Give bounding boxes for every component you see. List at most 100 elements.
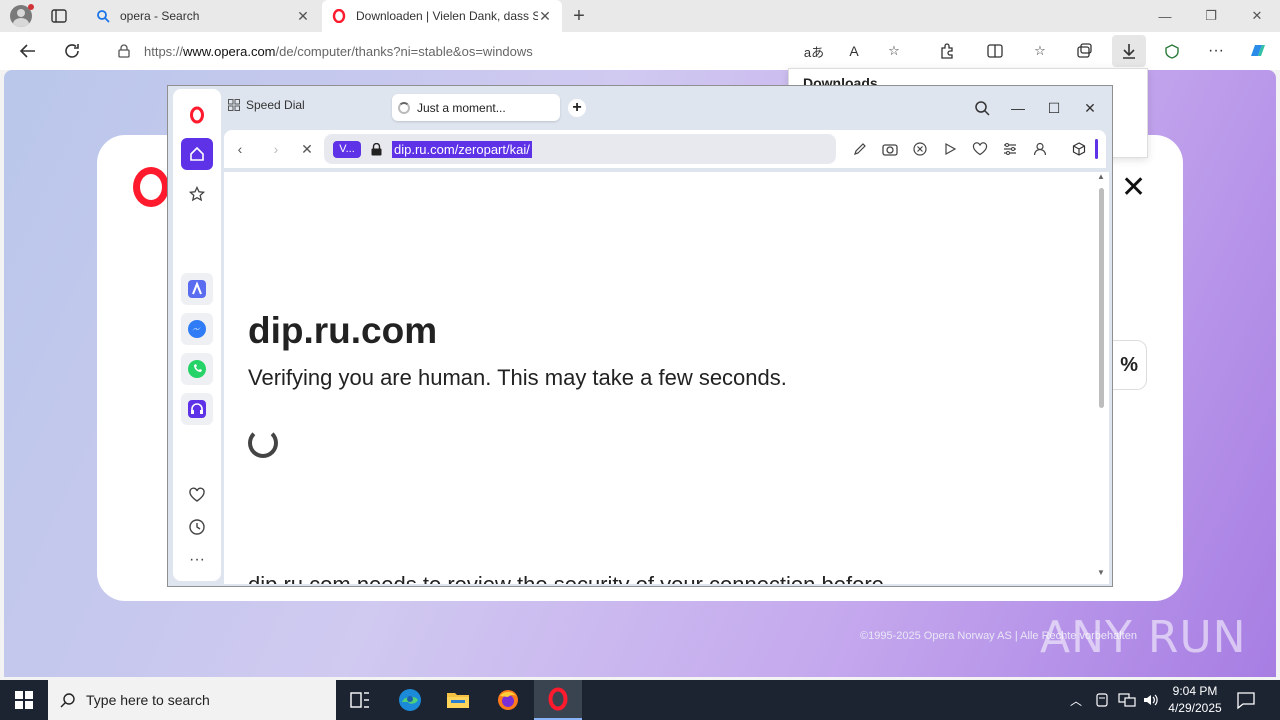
new-tab-button[interactable]: + [570,6,588,26]
file-explorer-icon[interactable] [434,680,482,720]
scroll-down-icon[interactable]: ▼ [1097,568,1105,577]
sidebar-home-icon[interactable] [181,138,213,170]
page-scrollbar[interactable]: ▲ ▼ [1097,172,1106,580]
favorite-star-icon[interactable]: ☆ [880,37,908,65]
volume-icon[interactable] [1142,680,1158,720]
copilot-icon[interactable] [1244,37,1272,65]
adblock-icon[interactable] [910,139,930,159]
windows-logo-icon [15,691,33,709]
opera-forward-icon[interactable]: › [266,139,286,159]
opera-stop-icon[interactable]: ✕ [297,139,317,159]
downloads-button[interactable] [1112,35,1146,67]
browser-essentials-icon[interactable] [1158,37,1186,65]
opera-taskbar-icon[interactable] [534,680,582,720]
sidebar-messenger-icon[interactable] [181,313,213,345]
edge-tab-strip: opera - Search ✕ Downloaden | Vielen Dan… [0,0,1280,32]
speed-dial-tab[interactable]: Speed Dial [228,98,305,112]
opera-tab-bar: Speed Dial Just a moment... + — ☐ ✕ [168,86,1112,130]
task-view-icon[interactable] [336,680,384,720]
heart-icon[interactable] [970,139,990,159]
opera-menu-logo-icon[interactable] [181,99,213,131]
loading-spinner-icon [248,428,278,458]
opera-tab-active[interactable]: Just a moment... [392,94,560,121]
edge-tab-opera-search[interactable]: opera - Search ✕ [86,0,320,32]
opera-maximize-icon[interactable]: ☐ [1042,96,1066,120]
search-icon [60,693,75,708]
lock-icon[interactable] [371,142,382,156]
extension-indicator [1095,139,1098,159]
sidebar-history-icon[interactable] [181,511,213,543]
anyrun-watermark: ANY RUN [1040,612,1247,663]
clock-time: 9:04 PM [1172,684,1218,698]
network-drive-icon[interactable] [1094,680,1110,720]
lock-icon [118,44,130,58]
tab-actions-icon[interactable] [50,7,68,25]
address-url: https://www.opera.com/de/computer/thanks… [144,43,533,59]
sidebar-bookmarks-icon[interactable] [181,178,213,210]
opera-logo-icon [332,9,346,23]
cube-icon[interactable] [1072,142,1086,156]
opera-url[interactable]: dip.ru.com/zeropart/kai/ [392,140,532,158]
collections-icon[interactable] [1070,37,1098,65]
opera-sidebar: ··· [173,89,221,581]
close-tab-icon[interactable]: ✕ [538,9,552,23]
opera-minimize-icon[interactable]: — [1006,96,1030,120]
close-icon[interactable]: ✕ [1121,173,1146,203]
translate-icon[interactable]: aあ [800,37,828,65]
loading-spinner-icon [398,101,410,114]
player-icon[interactable] [940,139,960,159]
opera-search-tabs-icon[interactable] [970,96,994,120]
search-placeholder: Type here to search [86,692,210,708]
verification-message: Verifying you are human. This may take a… [248,365,787,390]
opera-close-icon[interactable]: ✕ [1078,96,1102,120]
sidebar-music-icon[interactable] [181,393,213,425]
firefox-icon[interactable] [484,680,532,720]
opera-logo-icon [133,167,169,207]
close-tab-icon[interactable]: ✕ [296,9,310,23]
network-icon[interactable] [1118,680,1136,720]
edit-icon[interactable] [850,139,870,159]
scrollbar-thumb[interactable] [1099,188,1104,408]
refresh-button[interactable] [58,37,86,65]
edge-taskbar-icon[interactable] [386,680,434,720]
opera-browser-window: Speed Dial Just a moment... + — ☐ ✕ ··· … [167,85,1113,587]
edge-tab-opera-download[interactable]: Downloaden | Vielen Dank, dass Sie ✕ [322,0,562,32]
sidebar-whatsapp-icon[interactable] [181,353,213,385]
sidebar-aria-icon[interactable] [181,273,213,305]
split-screen-icon[interactable] [981,37,1009,65]
site-name-heading: dip.ru.com [248,310,438,351]
vpn-badge[interactable]: V... [333,140,361,158]
show-hidden-icons[interactable]: ︿ [1070,680,1082,720]
read-aloud-icon[interactable]: A [840,37,868,65]
more-menu-icon[interactable]: ··· [1202,37,1230,65]
taskbar-clock[interactable]: 9:04 PM 4/29/2025 [1160,683,1230,717]
close-window-icon[interactable]: ✕ [1234,0,1280,32]
taskbar-search-box[interactable]: Type here to search [48,680,336,720]
start-button[interactable] [0,680,48,720]
notification-center-icon[interactable] [1236,690,1256,710]
opera-address-bar[interactable]: V... dip.ru.com/zeropart/kai/ [324,134,836,164]
back-button[interactable] [14,37,42,65]
profile-icon[interactable] [1030,139,1050,159]
scroll-up-icon[interactable]: ▲ [1097,172,1105,181]
sidebar-heart-icon[interactable] [181,479,213,511]
speed-dial-label: Speed Dial [246,98,305,112]
easy-setup-icon[interactable] [1000,139,1020,159]
sidebar-more-icon[interactable]: ··· [181,544,213,576]
camera-icon[interactable] [880,139,900,159]
windows-taskbar: Type here to search ︿ 9:04 PM 4/29/2025 [0,680,1280,720]
security-review-text: dip.ru.com needs to review the security … [248,572,884,584]
opera-toolbar: ‹ › ✕ V... dip.ru.com/zeropart/kai/ [224,130,1106,168]
clock-date: 4/29/2025 [1168,701,1222,715]
extensions-box[interactable] [1064,134,1102,164]
grid-icon [228,99,240,111]
tab-title: opera - Search [120,9,200,23]
opera-new-tab-button[interactable]: + [568,99,586,117]
profile-notification-dot [28,4,34,10]
favorites-icon[interactable]: ☆ [1026,37,1054,65]
search-icon [97,10,110,23]
restore-icon[interactable]: ❐ [1188,0,1234,32]
minimize-icon[interactable]: — [1142,0,1188,32]
opera-back-icon[interactable]: ‹ [230,139,250,159]
extensions-icon[interactable] [933,37,961,65]
